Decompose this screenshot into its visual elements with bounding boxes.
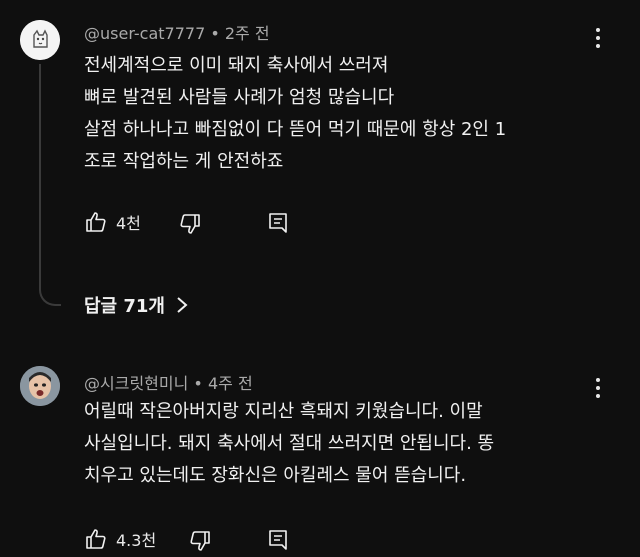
separator-dot: •	[193, 374, 203, 393]
like-button[interactable]: 4.3천	[84, 527, 156, 551]
thumbs-down-icon	[180, 214, 200, 234]
kebab-dot	[596, 378, 600, 382]
comment-line: 전세계적으로 이미 돼지 축사에서 쓰러져	[84, 55, 389, 76]
thumbs-up-icon	[86, 212, 106, 232]
comment-line: 어릴때 작은아버지랑 지리산 흑돼지 키웠습니다. 이말	[84, 401, 483, 422]
thumbs-down-icon	[190, 531, 210, 551]
avatar[interactable]	[20, 20, 60, 60]
more-options-button[interactable]	[586, 376, 610, 400]
comment-line: 치우고 있는데도 장화신은 아킬레스 물어 뜯습니다.	[84, 465, 467, 486]
comment-header: @시크릿현미니 • 4주 전	[84, 370, 253, 394]
like-button[interactable]: 4천	[84, 210, 141, 234]
comment-time[interactable]: 4주 전	[208, 374, 253, 393]
kebab-dot	[596, 386, 600, 390]
thumbs-up-icon	[86, 529, 106, 549]
kebab-dot	[596, 36, 600, 40]
author-handle[interactable]: @user-cat7777	[84, 24, 205, 43]
more-options-button[interactable]	[586, 26, 610, 50]
kebab-dot	[596, 44, 600, 48]
chevron-right-icon	[177, 297, 188, 313]
comment-text: 전세계적으로 이미 돼지 축사에서 쓰러져 뼈로 발견된 사람들 사례가 엄청 …	[84, 50, 506, 178]
like-count: 4.3천	[116, 531, 157, 550]
replies-toggle-button[interactable]: 답글 71개	[84, 292, 189, 318]
comment-time[interactable]: 2주 전	[225, 24, 270, 43]
person-avatar-icon	[20, 366, 60, 406]
comment-reply-icon	[269, 530, 287, 550]
comment-header: @user-cat7777 • 2주 전	[84, 20, 270, 44]
reply-button[interactable]	[266, 211, 290, 235]
kebab-dot	[596, 394, 600, 398]
like-count: 4천	[116, 214, 141, 233]
comment-line: 조로 작업하는 게 안전하죠	[84, 151, 284, 172]
comment-text: 어릴때 작은아버지랑 지리산 흑돼지 키웠습니다. 이말 사실입니다. 돼지 축…	[84, 396, 494, 492]
thread-connector	[39, 64, 61, 306]
comment-line: 사실입니다. 돼지 축사에서 절대 쓰러지면 안됩니다. 똥	[84, 433, 495, 454]
dislike-button[interactable]	[178, 212, 202, 236]
kebab-dot	[596, 28, 600, 32]
avatar[interactable]	[20, 366, 60, 406]
comment-line: 뼈로 발견된 사람들 사례가 엄청 많습니다	[84, 87, 395, 108]
dislike-button[interactable]	[188, 529, 212, 553]
comment-reply-icon	[269, 213, 287, 233]
reply-button[interactable]	[266, 528, 290, 552]
replies-label: 답글 71개	[84, 296, 165, 317]
comment-line: 살점 하나나고 빠짐없이 다 뜯어 먹기 때문에 항상 2인 1	[84, 119, 507, 140]
cat-avatar-icon	[20, 20, 60, 60]
separator-dot: •	[210, 24, 220, 43]
author-handle[interactable]: @시크릿현미니	[84, 374, 188, 393]
